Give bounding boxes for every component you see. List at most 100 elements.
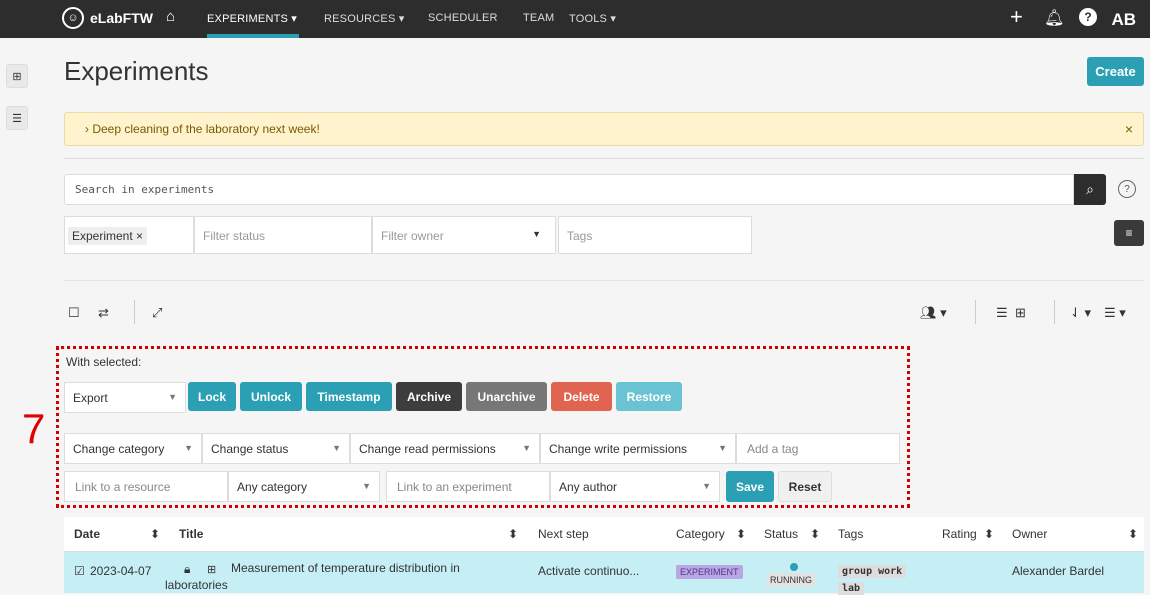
top-navbar: ☺ eLabFTW ⌂ EXPERIMENTS ▾ RESOURCES ▾ SC… <box>0 0 1150 38</box>
restore-button[interactable]: Restore <box>616 382 682 411</box>
nav-experiments[interactable]: EXPERIMENTS ▾ <box>207 12 297 25</box>
row-checkbox[interactable]: ☑ <box>74 564 85 578</box>
change-read-permissions-select[interactable]: Change read permissions ▼ <box>350 433 540 464</box>
filter-settings-icon[interactable]: ≡ <box>1114 220 1144 246</box>
table-view-icon[interactable]: ⊞ <box>1015 305 1026 321</box>
user-avatar[interactable]: AB <box>1111 10 1136 30</box>
add-tag-input[interactable]: Add a tag <box>736 433 900 464</box>
help-circle-icon[interactable]: ? <box>1079 8 1097 26</box>
toolbar-divider <box>134 300 135 324</box>
row-date: 2023-04-07 <box>90 564 152 578</box>
sort-icon[interactable]: ⬍ <box>1128 527 1138 541</box>
toggle-selection-icon[interactable]: ⇄ <box>98 305 109 321</box>
row-title-line1[interactable]: Measurement of temperature distribution … <box>231 561 460 575</box>
category-badge: EXPERIMENT <box>676 565 743 579</box>
nav-team[interactable]: TEAM <box>523 12 554 24</box>
nav-resources[interactable]: RESOURCES ▾ <box>324 12 404 25</box>
change-category-select[interactable]: Change category ▼ <box>64 433 202 464</box>
sort-icon[interactable]: ⇃ ▾ <box>1070 305 1091 321</box>
search-icon[interactable]: ⌕ <box>1074 174 1106 205</box>
any-author-select[interactable]: Any author ▼ <box>550 471 720 502</box>
tree-view-icon[interactable]: ⊞ <box>6 64 28 88</box>
row-owner: Alexander Bardel <box>1012 564 1105 578</box>
plus-icon[interactable]: + <box>1010 4 1023 30</box>
bell-icon[interactable]: 🔔︎ <box>1044 8 1064 28</box>
link-resource-input[interactable]: Link to a resource <box>64 471 228 502</box>
tag-badge[interactable]: lab <box>838 582 865 595</box>
caret-down-icon: ▼ <box>718 443 727 453</box>
lock-button[interactable]: Lock <box>188 382 236 411</box>
table-row[interactable]: ☑ 2023-04-07 🔒︎ ⊞ Measurement of tempera… <box>64 552 1144 595</box>
timestamp-button[interactable]: Timestamp <box>306 382 392 411</box>
unarchive-button[interactable]: Unarchive <box>466 382 547 411</box>
sort-icon[interactable]: ⬍ <box>150 527 160 541</box>
create-button[interactable]: Create <box>1087 57 1144 86</box>
close-icon[interactable]: × <box>1125 121 1133 137</box>
status-badge: RUNNING <box>767 573 815 587</box>
sort-icon[interactable]: ⬍ <box>508 527 518 541</box>
visibility-users-icon[interactable]: 👥︎ ▾ <box>920 305 947 321</box>
brand-name: eLabFTW <box>90 10 153 26</box>
elabftw-logo-icon: ☺ <box>62 7 84 29</box>
category-chip-experiment[interactable]: Experiment × <box>68 227 148 245</box>
plus-square-icon[interactable]: ⊞ <box>207 563 216 576</box>
sort-icon[interactable]: ⬍ <box>810 527 820 541</box>
export-select[interactable]: Export ▼ <box>64 382 186 413</box>
limit-icon[interactable]: ☰ ▾ <box>1104 305 1126 321</box>
page-title: Experiments <box>64 56 209 86</box>
search-help-icon[interactable]: ? <box>1118 180 1136 198</box>
with-selected-label: With selected: <box>66 355 142 369</box>
status-filter[interactable]: Filter status <box>194 216 372 254</box>
nav-scheduler[interactable]: SCHEDULER <box>428 12 498 24</box>
link-experiment-input[interactable]: Link to an experiment <box>386 471 550 502</box>
brand-link[interactable]: ☺ eLabFTW <box>62 7 153 29</box>
table-header: Date ⬍ Title ⬍ Next step Category ⬍ Stat… <box>64 517 1144 552</box>
change-write-permissions-select[interactable]: Change write permissions ▼ <box>540 433 736 464</box>
select-all-checkbox-icon[interactable]: ☐ <box>68 305 80 321</box>
announcement-alert: › Deep cleaning of the laboratory next w… <box>64 112 1144 146</box>
column-owner[interactable]: Owner <box>1012 527 1047 541</box>
sort-icon[interactable]: ⬍ <box>736 527 746 541</box>
owner-filter[interactable]: Filter owner ▼ <box>372 216 556 254</box>
alert-text[interactable]: › Deep cleaning of the laboratory next w… <box>85 122 320 136</box>
row-next-step: Activate continuo... <box>538 564 640 578</box>
divider <box>64 280 1144 281</box>
column-next-step[interactable]: Next step <box>538 527 589 541</box>
tag-badge[interactable]: group work <box>838 565 907 578</box>
column-date[interactable]: Date <box>74 527 100 541</box>
caret-down-icon: ▼ <box>184 443 193 453</box>
any-category-select[interactable]: Any category ▼ <box>228 471 380 502</box>
column-rating[interactable]: Rating <box>942 527 977 541</box>
delete-button[interactable]: Delete <box>551 382 612 411</box>
archive-button[interactable]: Archive <box>396 382 462 411</box>
annotation-number: 7 <box>22 405 46 452</box>
column-tags[interactable]: Tags <box>838 527 863 541</box>
toolbar-divider <box>1054 300 1055 324</box>
search-input[interactable]: Search in experiments <box>64 174 1074 205</box>
active-nav-underline <box>207 34 299 38</box>
caret-down-icon: ▼ <box>532 229 541 239</box>
save-button[interactable]: Save <box>726 471 774 502</box>
caret-down-icon: ▼ <box>362 481 371 491</box>
caret-down-icon: ▼ <box>332 443 341 453</box>
change-status-select[interactable]: Change status ▼ <box>202 433 350 464</box>
status-dot-icon <box>790 563 798 571</box>
column-title[interactable]: Title <box>179 527 203 541</box>
unlock-button[interactable]: Unlock <box>240 382 302 411</box>
column-status[interactable]: Status <box>764 527 798 541</box>
column-category[interactable]: Category <box>676 527 725 541</box>
lock-icon: 🔒︎ <box>184 562 191 576</box>
list-view-icon[interactable]: ☰ <box>996 305 1008 321</box>
caret-down-icon: ▼ <box>702 481 711 491</box>
home-icon[interactable]: ⌂ <box>166 8 175 25</box>
expand-icon[interactable]: ⤢ <box>152 305 162 321</box>
checklist-icon[interactable]: ☰ <box>6 106 28 130</box>
sort-icon[interactable]: ⬍ <box>984 527 994 541</box>
reset-button[interactable]: Reset <box>778 471 832 502</box>
divider <box>64 158 1144 159</box>
row-title-line2[interactable]: laboratories <box>165 578 228 592</box>
toolbar-divider <box>975 300 976 324</box>
tags-filter[interactable]: Tags <box>558 216 752 254</box>
caret-down-icon: ▼ <box>168 392 177 402</box>
nav-tools[interactable]: TOOLS ▾ <box>569 12 616 25</box>
